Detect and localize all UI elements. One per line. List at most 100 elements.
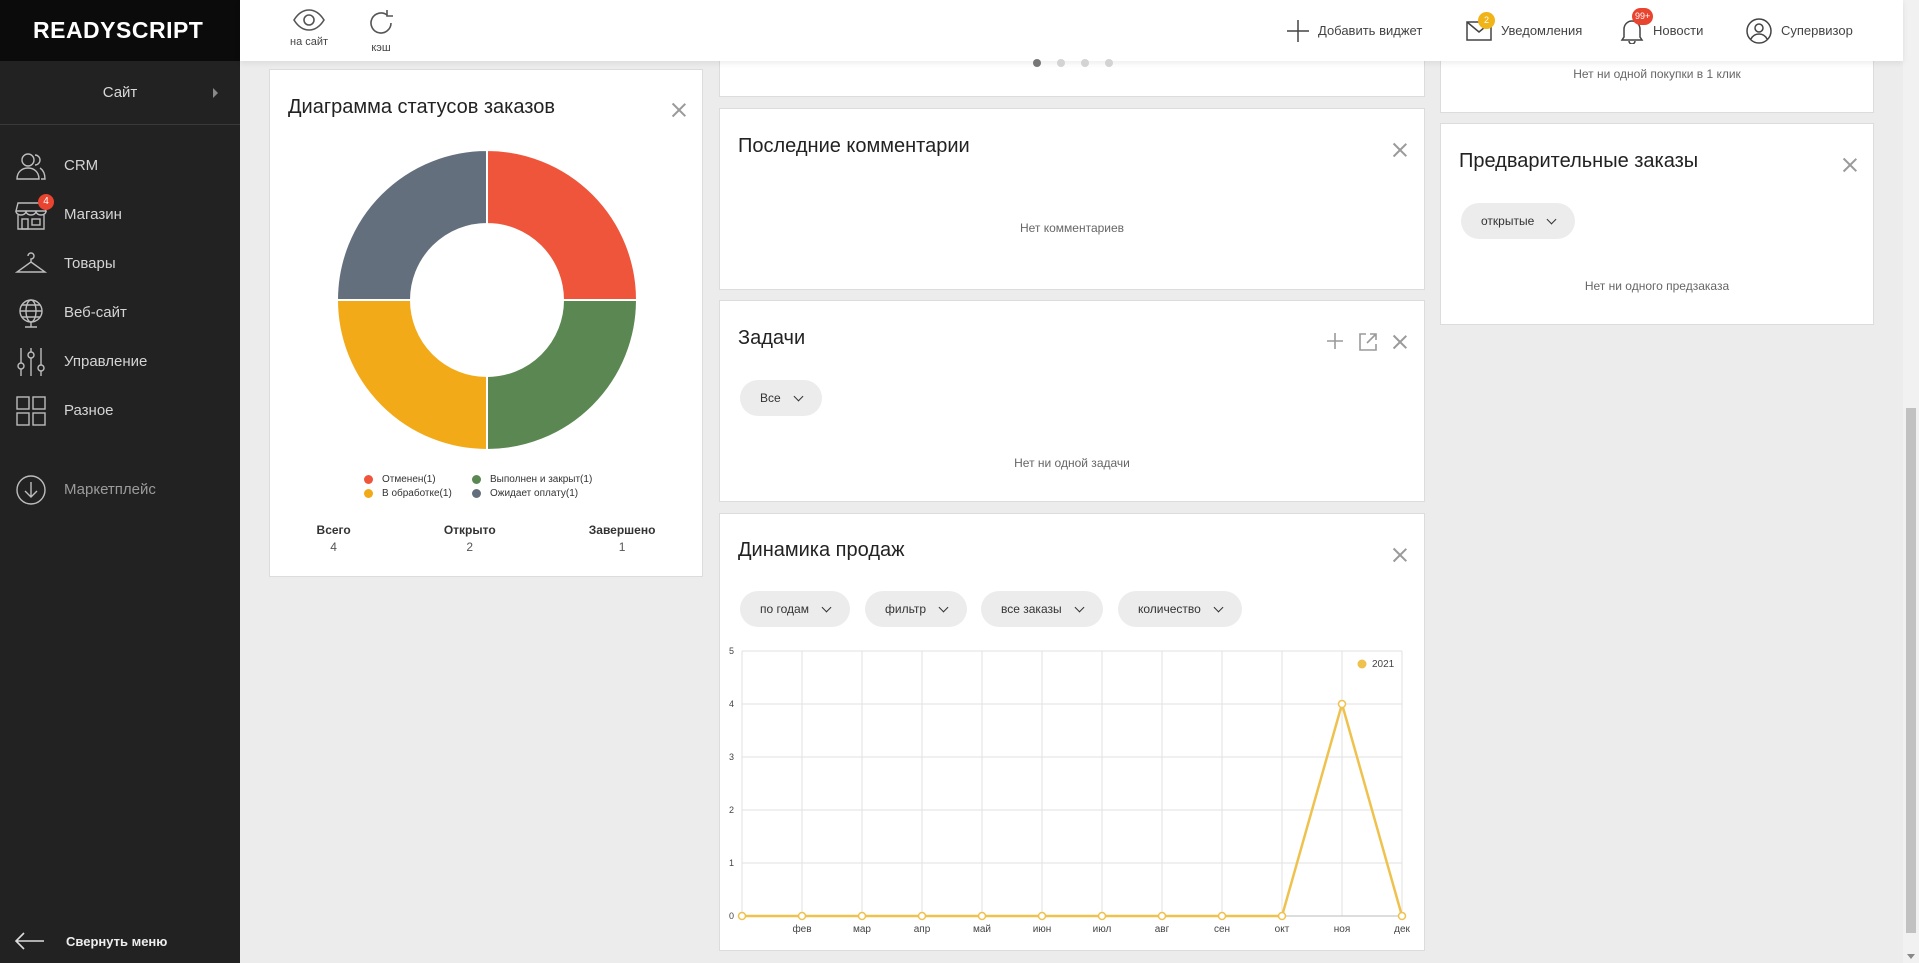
metric-select[interactable]: количество [1118,591,1242,627]
legend-item[interactable]: Выполнен и закрыт(1) [472,472,612,486]
carousel-dot[interactable] [1105,59,1113,67]
site-selector[interactable]: Сайт [0,61,240,125]
legend-label: В обработке(1) [382,487,452,499]
data-point[interactable] [917,911,927,921]
donut-slice[interactable] [486,299,639,452]
close-icon[interactable] [1842,157,1858,173]
order-stats: Всего 4 Открыто 2 Завершено 1 [270,523,702,554]
sidebar-item-label: Управление [64,353,148,370]
stat-total: Всего 4 [317,523,351,554]
carousel-dot[interactable] [1033,59,1041,67]
x-tick-label: ноя [1334,924,1351,935]
scrollbar-thumb[interactable] [1906,408,1916,933]
collapse-menu-button[interactable]: Свернуть меню [14,931,167,951]
data-point[interactable] [1097,911,1107,921]
widget-preorders: Предварительные заказы открытые Нет ни о… [1440,123,1874,325]
x-tick-label: сен [1214,924,1230,935]
donut-slice[interactable] [335,148,488,301]
stat-value: 2 [466,540,474,554]
external-link-icon[interactable] [1358,332,1378,357]
grid-icon [14,394,48,428]
view-site-label: на сайт [290,36,329,48]
chevron-down-icon [821,602,832,612]
legend-item[interactable]: Отменен(1) [364,472,472,486]
x-tick-label: июн [1033,924,1052,935]
x-tick-label: дек [1394,924,1410,935]
legend-swatch [472,488,481,498]
close-icon[interactable] [671,102,687,118]
user-menu[interactable]: Супервизор [1746,0,1853,61]
period-select[interactable]: по годам [740,591,850,627]
scroll-down-arrow-icon[interactable] [1907,954,1915,959]
data-point[interactable] [737,911,747,921]
eye-icon [293,9,325,31]
data-point[interactable] [1217,911,1227,921]
data-point[interactable] [797,911,807,921]
add-task-icon[interactable] [1326,332,1344,355]
donut-slice[interactable] [335,299,488,452]
x-tick-label: мар [853,924,871,935]
x-tick-label: авг [1155,924,1170,935]
preorders-filter-value: открытые [1481,214,1535,228]
filter-select[interactable]: фильтр [865,591,968,627]
legend-item[interactable]: В обработке(1) [364,486,472,500]
chevron-down-icon [938,602,949,612]
carousel-dot[interactable] [1057,59,1065,67]
sidebar-item-crm[interactable]: CRM [0,141,240,190]
page-scrollbar[interactable] [1903,0,1919,963]
stat-value: 4 [330,540,337,554]
shop-icon: 4 [14,193,54,232]
sidebar-item-website[interactable]: Веб-сайт [0,288,240,337]
add-widget-button[interactable]: Добавить виджет [1287,0,1422,61]
order-status-donut [335,148,639,452]
data-point[interactable] [977,911,987,921]
widget-title: Последние комментарии [738,135,970,157]
clear-cache-button[interactable]: кэш [366,8,396,54]
sidebar-item-shop[interactable]: 4 Магазин [0,190,240,239]
sidebar-item-management[interactable]: Управление [0,337,240,386]
x-tick-label: май [973,924,991,935]
preorders-filter-select[interactable]: открытые [1461,203,1576,239]
widget-title: Предварительные заказы [1459,150,1699,172]
legend-item[interactable]: Ожидает оплату(1) [472,486,612,500]
x-tick-label: апр [914,924,931,935]
news-button[interactable]: 99+ Новости [1620,0,1703,61]
refresh-icon [370,10,393,34]
sidebar-item-label: CRM [64,157,99,174]
legend-label: Выполнен и закрыт(1) [490,473,593,485]
close-icon[interactable] [1392,547,1408,563]
sidebar-item-misc[interactable]: Разное [0,386,240,435]
stat-label: Открыто [443,523,496,537]
data-point[interactable] [1277,911,1287,921]
data-point[interactable] [1397,911,1407,921]
logo[interactable]: READYSCRIPT [0,0,240,61]
tasks-filter-value: Все [760,391,781,405]
orders-select[interactable]: все заказы [981,591,1103,627]
users-icon [14,149,48,183]
sidebar-item-products[interactable]: Товары [0,239,240,288]
notifications-button[interactable]: 2 Уведомления [1466,0,1582,61]
chevron-down-icon [1213,602,1224,612]
x-tick-label: июл [1093,924,1112,935]
stat-open: Открыто 2 [444,523,496,554]
data-point[interactable] [1337,699,1347,709]
chevron-down-icon [1074,602,1085,612]
donut-slice[interactable] [486,148,639,301]
data-point[interactable] [1157,911,1167,921]
stat-label: Всего [316,523,351,537]
view-site-button[interactable]: на сайт [290,8,328,48]
tasks-filter-select[interactable]: Все [740,380,822,416]
data-point[interactable] [1037,911,1047,921]
news-badge: 99+ [1632,7,1654,25]
widget-title: Динамика продаж [738,539,905,561]
data-point[interactable] [857,911,867,921]
sidebar-item-marketplace[interactable]: Маркетплейс [0,465,240,514]
plus-icon [1287,19,1309,42]
main-nav: CRM 4 Магазин Товары Веб-сайт Управление… [0,141,240,514]
close-icon[interactable] [1392,142,1408,158]
hanger-icon [14,247,48,281]
carousel-dot[interactable] [1081,59,1089,67]
close-icon[interactable] [1392,334,1408,350]
collapse-menu-label: Свернуть меню [66,933,168,949]
news-label: Новости [1653,23,1704,38]
